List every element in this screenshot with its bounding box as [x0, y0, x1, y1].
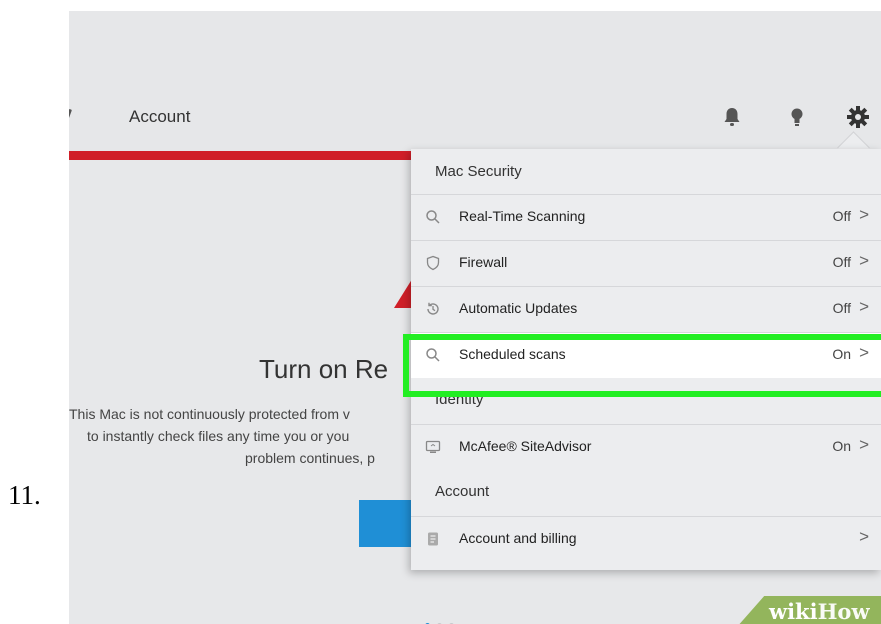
section-mac-security: Mac Security [435, 163, 522, 180]
menu-item-automatic-updates[interactable]: Automatic Updates Off > [411, 286, 881, 332]
document-icon [428, 532, 438, 546]
chevron-right-icon: > [859, 435, 869, 454]
accent-bar [69, 151, 469, 160]
menu-item-label: Account and billing [459, 530, 577, 546]
status-value: Off [832, 254, 851, 270]
top-nav [69, 11, 881, 151]
menu-item-real-time-scanning[interactable]: Real-Time Scanning Off > [411, 194, 881, 240]
turn-on-button[interactable] [359, 500, 419, 547]
menu-item-account-billing[interactable]: Account and billing > [411, 516, 881, 562]
monitor-icon [425, 440, 441, 453]
menu-item-label: Automatic Updates [459, 300, 578, 316]
status-value: On [832, 438, 851, 454]
body-text-line1: This Mac is not continuously protected f… [69, 406, 350, 422]
menu-item-label: Firewall [459, 254, 508, 270]
bell-icon[interactable] [719, 104, 745, 130]
page-headline: Turn on Re [259, 354, 389, 384]
status-value: Off [832, 300, 851, 316]
section-account: Account [435, 483, 490, 500]
chevron-right-icon: > [859, 297, 869, 316]
menu-item-label: Real-Time Scanning [459, 208, 586, 224]
bulb-icon[interactable] [784, 104, 810, 130]
body-text-line2: to instantly check files any time you or… [87, 428, 350, 444]
carousel-dots [425, 615, 461, 624]
search-icon [426, 210, 440, 224]
shield-icon [426, 255, 440, 271]
chevron-right-icon: > [859, 205, 869, 224]
nav-account-link[interactable]: Account [129, 107, 190, 127]
chevron-right-icon: > [859, 527, 869, 546]
highlight-box [403, 334, 881, 397]
menu-item-firewall[interactable]: Firewall Off > [411, 240, 881, 286]
step-number: 11. [8, 480, 41, 510]
status-value: Off [832, 208, 851, 224]
clock-refresh-icon [427, 302, 439, 315]
chevron-right-icon: > [859, 251, 869, 270]
gear-icon[interactable] [845, 104, 871, 130]
screenshot-frame: Account Turn on Re This Mac is not conti… [69, 11, 881, 624]
body-text-line3: problem continues, p [245, 450, 375, 466]
menu-item-label: McAfee® SiteAdvisor [459, 438, 592, 454]
watermark-logo: wikiHow [769, 599, 870, 624]
menu-item-siteadvisor[interactable]: McAfee® SiteAdvisor On > [411, 424, 881, 470]
